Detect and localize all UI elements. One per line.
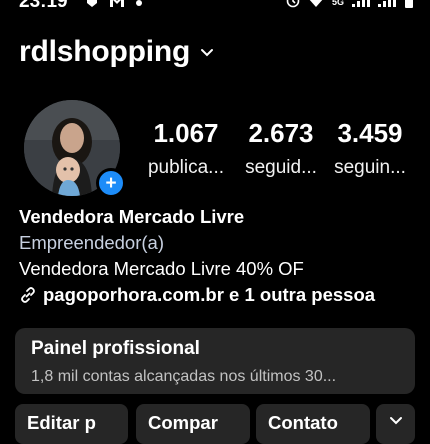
username[interactable]: rdlshopping <box>19 35 190 69</box>
wifi-icon <box>308 0 324 10</box>
status-bar: 23:19 5G <box>0 0 430 14</box>
edit-profile-button[interactable]: Editar p <box>15 404 128 444</box>
dot-icon <box>135 0 143 10</box>
signal-icon <box>352 0 370 10</box>
profile-actions: Editar p Compar Contato <box>15 404 415 444</box>
pro-panel-subtitle: 1,8 mil contas alcançadas nos últimos 30… <box>31 368 337 385</box>
following-label: seguin... <box>334 157 406 178</box>
status-left-icons <box>85 0 143 12</box>
profile-bio: Vendedora Mercado Livre Empreendedor(a) … <box>19 204 419 308</box>
network-type-label: 5G <box>331 0 344 7</box>
followers-label: seguid... <box>245 157 317 178</box>
more-options-button[interactable] <box>376 404 415 444</box>
alarm-icon <box>286 0 300 11</box>
chevron-down-icon[interactable] <box>200 45 214 63</box>
professional-dashboard[interactable]: Painel profissional 1,8 mil contas alcan… <box>15 328 415 394</box>
chevron-down-icon <box>389 417 402 425</box>
bio-link[interactable]: pagoporhora.com.br e 1 outra pessoa <box>19 282 419 308</box>
posts-count: 1.067 <box>153 118 219 148</box>
battery-icon <box>404 0 414 11</box>
followers-count: 2.673 <box>248 118 314 148</box>
pro-panel-title: Painel profissional <box>31 338 200 359</box>
following-count: 3.459 <box>337 118 403 148</box>
status-right-icons: 5G <box>286 0 414 12</box>
bio-category: Empreendedor(a) <box>19 232 164 253</box>
status-time: 23:19 <box>19 0 68 12</box>
notification-icon <box>85 0 99 11</box>
stat-followers[interactable]: 2.673 seguid... <box>236 118 326 180</box>
share-profile-button[interactable]: Compar <box>136 404 250 444</box>
signal-icon-2 <box>378 0 396 10</box>
posts-label: publica... <box>147 157 225 178</box>
bio-text: Vendedora Mercado Livre 40% OF <box>19 258 304 279</box>
profile-stats: 1.067 publica... 2.673 seguid... 3.459 s… <box>0 118 430 188</box>
stat-following[interactable]: 3.459 seguin... <box>326 118 414 180</box>
link-icon <box>21 287 35 303</box>
contact-button[interactable]: Contato <box>256 404 370 444</box>
bio-link-text[interactable]: pagoporhora.com.br e 1 outra pessoa <box>43 282 375 308</box>
gmail-icon <box>109 0 125 11</box>
profile-header[interactable]: rdlshopping <box>19 32 214 72</box>
bio-name: Vendedora Mercado Livre <box>19 206 245 227</box>
stat-posts[interactable]: 1.067 publica... <box>140 118 232 180</box>
